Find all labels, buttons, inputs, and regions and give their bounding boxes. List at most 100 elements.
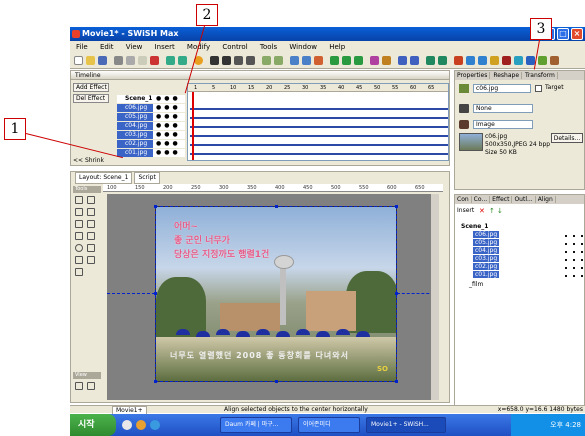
taskbar-task-active[interactable]: Movie1+ - SWiSH... [366,417,446,433]
taskbar-task[interactable]: Daum 카페 | 마구... [220,417,292,433]
fill-transform-icon[interactable] [75,208,83,216]
object-name-field[interactable]: c06.jpg [473,84,531,93]
fill-type-select[interactable]: Image [473,120,533,129]
tab-script[interactable]: Script [134,172,160,184]
timeline-layer-row[interactable]: c04.jpg ●●● [117,122,187,130]
timeline-layer-row[interactable]: c05.jpg ●●● [117,113,187,121]
zoom-tool-icon[interactable] [87,256,95,264]
forward-icon[interactable] [246,56,255,65]
export-swf-icon[interactable] [290,56,299,65]
pen-tool-icon[interactable] [75,232,83,240]
outline-item[interactable]: c02.jpg [473,263,500,271]
tab-align[interactable]: Align [535,196,556,203]
new-file-icon[interactable] [74,56,83,65]
button-icon[interactable] [514,56,523,65]
tab-components[interactable]: Co... [471,196,491,203]
distribute-icon[interactable] [438,56,447,65]
tab-properties[interactable]: Properties [455,72,491,79]
menu-help[interactable]: Help [329,43,345,51]
effect2-icon[interactable] [342,56,351,65]
tab-transform[interactable]: Transform [523,72,558,79]
redo-icon[interactable] [178,56,187,65]
test-browser-icon[interactable] [314,56,323,65]
outline-film-item[interactable]: _film [469,281,483,289]
shape-icon[interactable] [502,56,511,65]
text-tool-icon[interactable] [87,232,95,240]
effect-icon[interactable] [330,56,339,65]
outline-item[interactable]: c01.jpg [473,271,500,279]
ungroup-icon[interactable] [410,56,419,65]
tab-content[interactable]: Con [455,196,472,203]
rectangle-tool-icon[interactable] [87,244,95,252]
timeline-layer-row[interactable]: c06.jpg ●●● [117,104,187,112]
tab-outline[interactable]: Outl... [512,196,536,203]
outline-scene-row[interactable]: Scene_1 [461,223,488,231]
selection-handle[interactable] [154,205,157,208]
hand-tool-icon[interactable] [75,268,83,276]
selection-handle[interactable] [154,380,157,383]
play-effect-icon[interactable] [274,56,283,65]
align-icon[interactable] [426,56,435,65]
line-style-select[interactable]: None [473,104,533,113]
menu-tools[interactable]: Tools [260,43,277,51]
selection-handle[interactable] [395,205,398,208]
maximize-icon[interactable]: □ [557,28,569,40]
menu-control[interactable]: Control [222,43,247,51]
timeline-root-row[interactable]: Scene_1 ●●● [117,95,187,103]
start-button[interactable]: 시작 [70,414,116,436]
menu-insert[interactable]: Insert [155,43,175,51]
outline-item[interactable]: c05.jpg [473,239,500,247]
line-tool-icon[interactable] [75,220,83,228]
quick-launch-icon[interactable] [150,420,160,430]
zoom-in-icon[interactable] [75,382,83,390]
close-icon[interactable]: × [571,28,583,40]
open-folder-icon[interactable] [86,56,95,65]
components-icon[interactable] [550,56,559,65]
selection-handle[interactable] [275,205,278,208]
shrink-button[interactable]: << Shrink [73,157,113,165]
quick-launch-icon[interactable] [136,420,146,430]
details-button[interactable]: Details... [551,133,583,143]
sound-icon[interactable] [382,56,391,65]
del-effect-button[interactable]: Del Effect [73,94,109,103]
move-down-icon[interactable]: ↓ [497,207,503,215]
zoom-icon[interactable] [466,56,475,65]
menu-view[interactable]: View [126,43,143,51]
taskbar-task[interactable]: 이어존미디 [298,417,360,433]
rewind-icon[interactable] [234,56,243,65]
motion-path-icon[interactable] [87,208,95,216]
cut-icon[interactable] [114,56,123,65]
delete-icon[interactable] [150,56,159,65]
export-html-icon[interactable] [302,56,311,65]
pencil-tool-icon[interactable] [87,220,95,228]
outline-item[interactable]: c06.jpg [473,231,500,239]
timeline-layer-row[interactable]: c01.jpg ●●● [117,149,187,157]
ellipse-tool-icon[interactable] [75,244,83,252]
stop-icon[interactable] [222,56,231,65]
stage-area[interactable]: 어머~ 좋 군인 너무가 당상은 지정까도 행렬1건 너무도 열렬했던 2008… [107,194,439,400]
save-icon[interactable] [98,56,107,65]
target-checkbox[interactable] [535,85,542,92]
timeline-layer-row[interactable]: c02.jpg ●●● [117,140,187,148]
vertical-scrollbar[interactable] [431,194,439,400]
group-icon[interactable] [398,56,407,65]
tab-layout[interactable]: Layout: Scene_1 [75,172,133,184]
tab-reshape[interactable]: Reshape [491,72,523,79]
move-up-icon[interactable]: ↑ [489,207,495,215]
menu-window[interactable]: Window [289,43,317,51]
insert-button[interactable]: Insert [457,207,474,214]
selection-handle[interactable] [395,380,398,383]
menu-file[interactable]: File [76,43,88,51]
undo-icon[interactable] [166,56,175,65]
delete-icon[interactable]: ✕ [479,207,485,215]
pan-icon[interactable] [478,56,487,65]
outline-item[interactable]: c04.jpg [473,247,500,255]
text-icon[interactable] [490,56,499,65]
select-tool-icon[interactable] [75,196,83,204]
zoom-out-icon[interactable] [87,382,95,390]
menu-edit[interactable]: Edit [100,43,114,51]
add-effect-button[interactable]: Add Effect [73,83,109,92]
playhead[interactable] [192,92,194,160]
quick-launch-icon[interactable] [122,420,132,430]
play-scene-icon[interactable] [262,56,271,65]
